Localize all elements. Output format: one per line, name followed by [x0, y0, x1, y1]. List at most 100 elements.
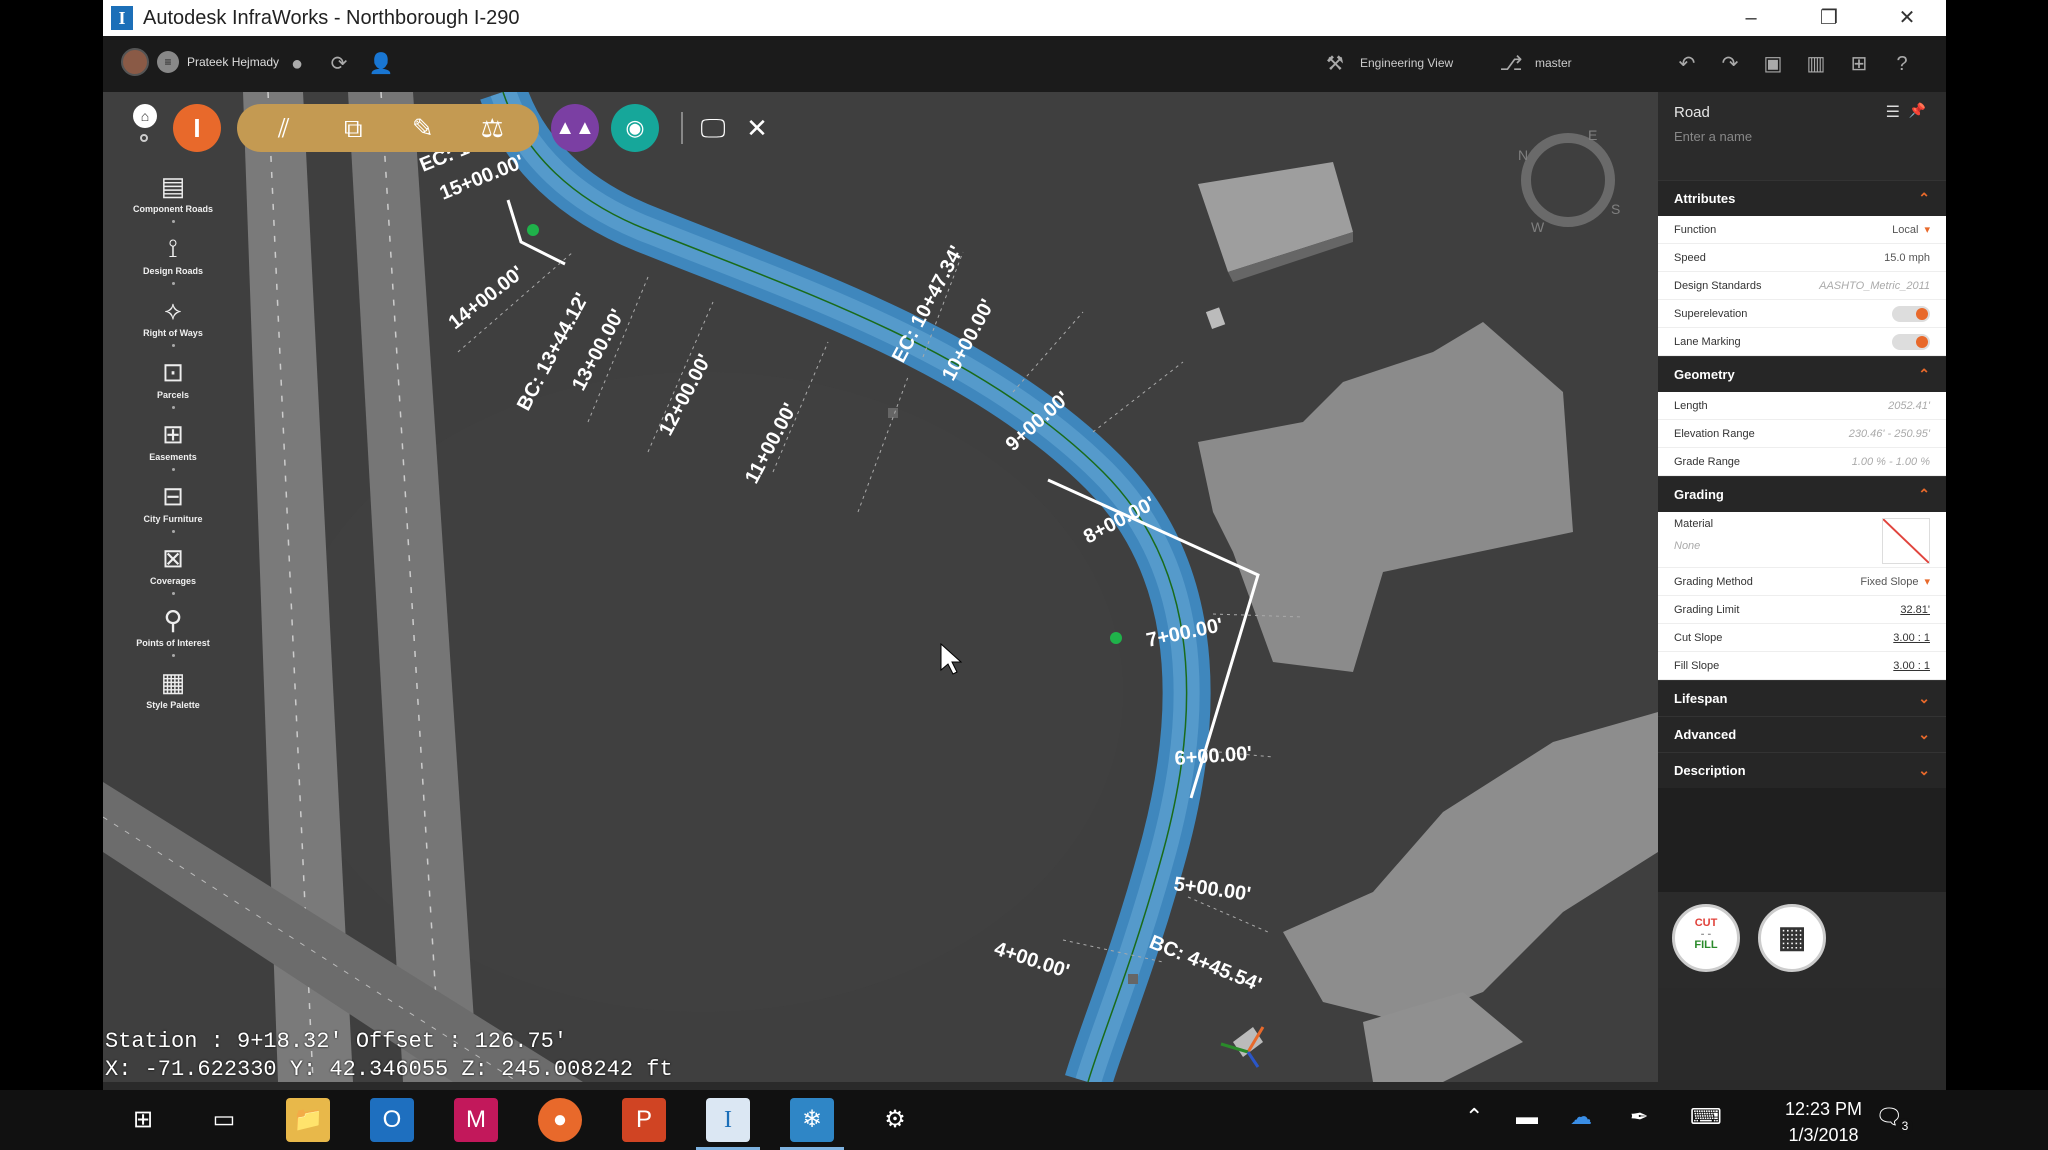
section-header-lifespan[interactable]: Lifespan ⌄: [1658, 680, 1946, 716]
present-circle-icon[interactable]: ◉: [611, 104, 659, 152]
chevron-up-icon[interactable]: ⌃: [1465, 1104, 1483, 1130]
section-header-attributes[interactable]: Attributes ⌃: [1658, 180, 1946, 216]
fill-label: FILL: [1694, 939, 1718, 951]
orbit-indicator-icon[interactable]: [140, 134, 148, 142]
alignment-grip[interactable]: [1128, 974, 1138, 984]
collaboration-icon[interactable]: 👤: [367, 50, 395, 78]
pen-icon[interactable]: ✒: [1630, 1104, 1648, 1130]
name-input[interactable]: Enter a name: [1674, 129, 1930, 144]
chevron-up-icon[interactable]: ⌃: [1918, 190, 1930, 207]
sidebar-item-city-furniture[interactable]: ⊟ City Furniture: [103, 480, 243, 533]
sketch-pencil-icon[interactable]: ✎: [399, 105, 447, 151]
separator-dot: [171, 654, 175, 657]
firefox-icon[interactable]: ●: [538, 1098, 582, 1142]
sidebar-item-easements[interactable]: ⊞ Easements: [103, 418, 243, 471]
cut-slope-field[interactable]: 3.00 : 1: [1893, 632, 1930, 644]
superelevation-toggle[interactable]: [1892, 305, 1930, 322]
settings-tools-icon[interactable]: ✕: [739, 110, 775, 146]
sidebar-item-coverages[interactable]: ⊠ Coverages: [103, 542, 243, 595]
svg-text:W: W: [1531, 219, 1545, 235]
outlook-icon[interactable]: O: [370, 1098, 414, 1142]
alignment-grip[interactable]: [888, 408, 898, 418]
lane-marking-toggle[interactable]: [1892, 333, 1930, 350]
status-circle-icon[interactable]: ●: [283, 50, 311, 78]
battery-icon[interactable]: ▬: [1516, 1104, 1538, 1130]
panel-icon[interactable]: ▥: [1802, 50, 1830, 78]
attributes-rows: Function Local ▾ Speed 15.0 mph Design St…: [1658, 216, 1946, 356]
start-button-windows-icon[interactable]: ⊞: [121, 1098, 165, 1142]
terrain-analysis-icon[interactable]: ▲▲: [551, 104, 599, 152]
infraworks-menu-button[interactable]: I: [173, 104, 221, 152]
chevron-up-icon[interactable]: ⌃: [1918, 366, 1930, 383]
fill-slope-field[interactable]: 3.00 : 1: [1893, 660, 1930, 672]
svg-text:S: S: [1611, 201, 1620, 217]
presentation-icon[interactable]: 🖵: [695, 110, 731, 146]
restore-button[interactable]: ❐: [1790, 0, 1868, 36]
separator-dot: [171, 220, 175, 223]
sidebar-item-right-of-ways[interactable]: ⟡ Right of Ways: [103, 294, 243, 347]
menu-icon[interactable]: ☰: [1886, 102, 1900, 122]
infraworks-app-icon: I: [111, 6, 133, 30]
grade-range-row: Grade Range 1.00 % - 1.00 %: [1658, 448, 1946, 476]
section-header-advanced[interactable]: Advanced ⌄: [1658, 716, 1946, 752]
file-explorer-icon[interactable]: 📁: [286, 1098, 330, 1142]
user-area[interactable]: ≡ Prateek Hejmady: [121, 48, 279, 76]
model-scene[interactable]: N E S W 15+00.00' 14+00.00' BC: 13+44.12…: [103, 92, 1658, 1082]
alignment-vertex[interactable]: [527, 224, 539, 236]
section-header-description[interactable]: Description ⌄: [1658, 752, 1946, 788]
section-header-geometry[interactable]: Geometry ⌃: [1658, 356, 1946, 392]
copy-model-icon[interactable]: ⧉: [329, 105, 377, 151]
grading-limit-field[interactable]: 32.81': [1900, 604, 1930, 616]
branch-label[interactable]: master: [1535, 56, 1572, 70]
analyze-scale-icon[interactable]: ⚖: [468, 105, 516, 151]
sidebar-item-points-of-interest[interactable]: ⚲ Points of Interest: [103, 604, 243, 657]
redo-icon[interactable]: ↷: [1716, 50, 1744, 78]
sync-icon[interactable]: ⟳: [325, 50, 353, 78]
chevron-down-icon[interactable]: ⌄: [1918, 726, 1930, 743]
settings-gear-icon[interactable]: ⚙: [873, 1098, 917, 1142]
task-view-icon[interactable]: ▭: [202, 1098, 246, 1142]
avatar[interactable]: [121, 48, 149, 76]
chevron-down-icon[interactable]: ⌄: [1918, 762, 1930, 779]
grading-method-dropdown[interactable]: Fixed Slope ▾: [1860, 575, 1930, 588]
settings-grid-icon[interactable]: ⊞: [1845, 50, 1873, 78]
speed-field[interactable]: 15.0 mph: [1884, 252, 1930, 264]
engineering-view-icon[interactable]: ⚒: [1321, 50, 1349, 78]
powerpoint-icon[interactable]: P: [622, 1098, 666, 1142]
infraworks-taskbar-icon[interactable]: I: [696, 1098, 760, 1150]
home-icon[interactable]: ⌂: [133, 104, 157, 128]
system-clock[interactable]: 12:23 PM 1/3/2018: [1785, 1096, 1862, 1148]
alignment-vertex[interactable]: [1110, 632, 1122, 644]
branch-icon[interactable]: ⎇: [1497, 50, 1525, 78]
m-app-icon[interactable]: M: [454, 1098, 498, 1142]
engineering-view-label[interactable]: Engineering View: [1360, 56, 1453, 70]
length-value: 2052.41': [1888, 399, 1930, 412]
help-icon[interactable]: ?: [1888, 50, 1916, 78]
sidebar-item-design-roads[interactable]: ⟟ Design Roads: [103, 232, 243, 285]
calculator-button[interactable]: ▦: [1758, 904, 1826, 972]
sidebar-item-parcels[interactable]: ⊡ Parcels: [103, 356, 243, 409]
grading-method-row: Grading Method Fixed Slope ▾: [1658, 568, 1946, 596]
chevron-down-icon[interactable]: ⌄: [1918, 690, 1930, 707]
sidebar-item-component-roads[interactable]: ▤ Component Roads: [103, 170, 243, 223]
section-title: Advanced: [1674, 727, 1737, 742]
material-value: None: [1674, 540, 1701, 552]
keyboard-icon[interactable]: ⌨: [1690, 1104, 1722, 1130]
minimize-button[interactable]: –: [1712, 0, 1790, 36]
capture-icon[interactable]: ▣: [1759, 50, 1787, 78]
section-header-grading[interactable]: Grading ⌃: [1658, 476, 1946, 512]
pin-icon[interactable]: 📌: [1909, 102, 1926, 119]
function-dropdown[interactable]: Local ▾: [1892, 223, 1930, 236]
snowflake-app-icon[interactable]: ❄: [780, 1098, 844, 1150]
sidebar-item-style-palette[interactable]: ▦ Style Palette: [103, 666, 243, 710]
3d-viewport[interactable]: N E S W 15+00.00' 14+00.00' BC: 13+44.12…: [103, 92, 1658, 1082]
cut-fill-button[interactable]: CUT - - FILL: [1672, 904, 1740, 972]
road-design-icon[interactable]: ⫽: [260, 105, 308, 151]
xyz-readout: X: -71.622330 Y: 42.346055 Z: 245.008242…: [105, 1057, 673, 1082]
material-swatch[interactable]: [1882, 518, 1930, 564]
chevron-up-icon[interactable]: ⌃: [1918, 486, 1930, 503]
user-menu-icon[interactable]: ≡: [157, 51, 179, 73]
close-button[interactable]: ✕: [1868, 0, 1946, 36]
undo-icon[interactable]: ↶: [1673, 50, 1701, 78]
onedrive-cloud-icon[interactable]: ☁: [1570, 1104, 1592, 1130]
